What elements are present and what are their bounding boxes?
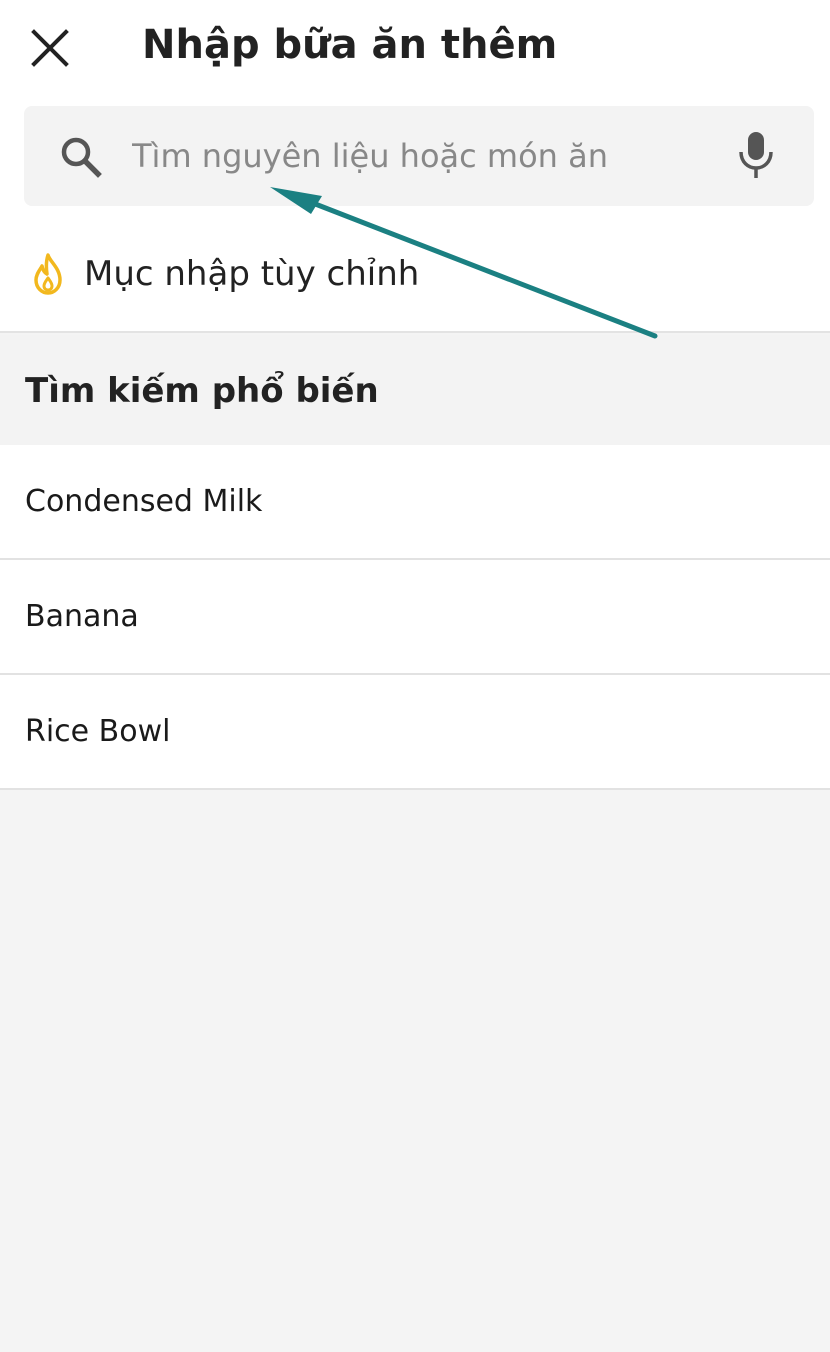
popular-searches-list: Condensed Milk Banana Rice Bowl [0,445,830,790]
search-icon[interactable] [58,134,102,178]
list-item-condensed-milk[interactable]: Condensed Milk [0,445,830,560]
flame-icon [28,251,68,297]
top-panel: Nhập bữa ăn thêm Mục nhập tùy chỉnh [0,0,830,333]
popular-searches-title: Tìm kiếm phổ biến [25,371,379,411]
search-bar[interactable] [24,106,814,206]
list-item-rice-bowl[interactable]: Rice Bowl [0,675,830,790]
custom-entry-label: Mục nhập tùy chỉnh [84,254,420,294]
microphone-icon[interactable] [734,130,778,182]
custom-entry-button[interactable]: Mục nhập tùy chỉnh [0,232,830,316]
close-button[interactable] [22,20,78,76]
popular-searches-header: Tìm kiếm phổ biến [0,335,830,445]
list-item-banana[interactable]: Banana [0,560,830,675]
search-input[interactable] [132,126,712,186]
meal-entry-screen: Nhập bữa ăn thêm Mục nhập tùy chỉnh [0,0,830,1352]
close-icon [31,29,69,67]
page-title: Nhập bữa ăn thêm [142,22,558,68]
